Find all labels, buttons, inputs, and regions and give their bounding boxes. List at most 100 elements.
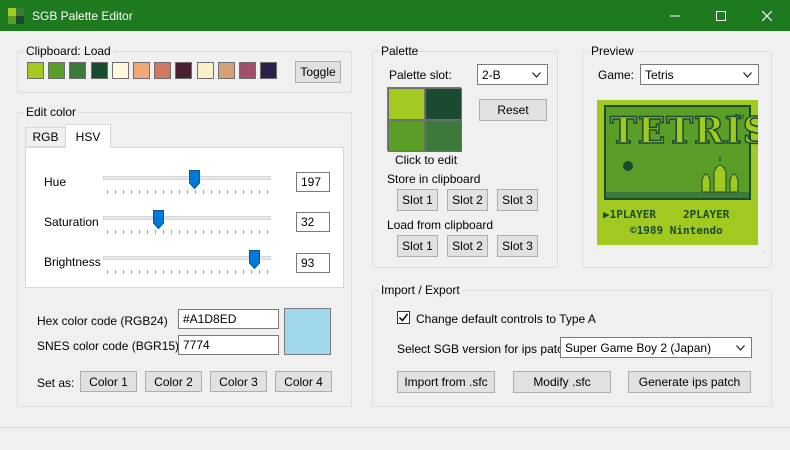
slider-tick (115, 270, 116, 274)
color-preview-swatch (284, 308, 331, 355)
tab-rgb[interactable]: RGB (25, 127, 66, 147)
slider-tick (243, 190, 244, 194)
player2-option: 2PLAYER (683, 208, 730, 221)
clipboard-swatch[interactable] (90, 62, 108, 79)
palette-title: Palette (379, 44, 421, 58)
close-icon (762, 10, 772, 21)
copyright-text: ©1989 Nintendo (630, 224, 723, 237)
slider-tick (195, 230, 196, 234)
hex-field[interactable]: #A1D8ED (178, 309, 279, 329)
slider-thumb[interactable] (249, 250, 260, 272)
slider-ticks (103, 190, 271, 194)
slider-tick (203, 270, 204, 274)
import-sfc-button[interactable]: Import from .sfc (397, 371, 495, 393)
clipboard-swatch[interactable] (239, 62, 256, 79)
title-bar: SGB Palette Editor (0, 0, 790, 31)
controls-checkbox[interactable] (397, 311, 410, 324)
game-value: Tetris (645, 67, 674, 82)
palette-color-cell[interactable] (388, 120, 425, 152)
brightness-value-field[interactable]: 93 (296, 253, 330, 273)
slider-track (103, 216, 271, 220)
clipboard-swatch[interactable] (217, 62, 235, 79)
saturation-value-field[interactable]: 32 (296, 212, 330, 232)
clipboard-swatch[interactable] (175, 62, 193, 79)
clipboard-swatch[interactable] (260, 62, 278, 79)
slider-tick (187, 230, 188, 234)
tab-hsv[interactable]: HSV (65, 124, 111, 148)
generate-ips-button[interactable]: Generate ips patch (628, 371, 751, 393)
reset-button[interactable]: Reset (479, 99, 547, 121)
palette-slot-label: Palette slot: (389, 68, 452, 82)
slider-tick (123, 190, 124, 194)
slider-tick (147, 270, 148, 274)
slider-ticks (103, 270, 271, 274)
set-color-3-button[interactable]: Color 3 (210, 371, 267, 392)
slider-tick (211, 190, 212, 194)
slider-tick (131, 190, 132, 194)
clipboard-swatch[interactable] (27, 62, 44, 79)
slider-thumb[interactable] (188, 170, 200, 192)
click-to-edit-hint: Click to edit (395, 153, 458, 167)
slider-tick (203, 190, 204, 194)
slider-tick (243, 270, 244, 274)
slider-tick (267, 230, 268, 234)
minimize-icon (670, 15, 680, 16)
store-slot-1-button[interactable]: Slot 1 (397, 189, 438, 211)
checkmark-icon (398, 313, 409, 322)
tm-mark: TM (734, 114, 745, 121)
slider-tick (147, 230, 148, 234)
clipboard-swatch[interactable] (196, 62, 214, 79)
slider-tick (155, 270, 156, 274)
slider-tick (123, 270, 124, 274)
slider-tick (219, 270, 220, 274)
slider-tick (139, 230, 140, 234)
sgb-version-dropdown[interactable]: Super Game Boy 2 (Japan) (560, 337, 752, 358)
slider-tick (179, 190, 180, 194)
edit-color-title: Edit color (24, 105, 79, 119)
slider-tick (219, 230, 220, 234)
palette-color-cell[interactable] (425, 88, 462, 120)
clipboard-swatch[interactable] (69, 62, 87, 79)
load-label: Load from clipboard (387, 218, 494, 232)
load-slot-1-button[interactable]: Slot 1 (397, 235, 438, 257)
hue-slider[interactable] (103, 170, 271, 196)
tab-rgb-label: RGB (32, 130, 59, 144)
tab-hsv-label: HSV (75, 129, 101, 144)
chevron-down-icon (743, 71, 752, 78)
modify-sfc-button[interactable]: Modify .sfc (513, 371, 611, 393)
set-color-2-button[interactable]: Color 2 (145, 371, 202, 392)
game-dropdown[interactable]: Tetris (640, 64, 759, 85)
slider-tick (203, 230, 204, 234)
slider-track (103, 256, 271, 260)
store-slot-3-button[interactable]: Slot 3 (497, 189, 538, 211)
set-color-1-button[interactable]: Color 1 (80, 371, 137, 392)
clipboard-swatch[interactable] (154, 62, 172, 79)
set-color-4-button[interactable]: Color 4 (275, 371, 332, 392)
snes-field[interactable]: 7774 (178, 335, 279, 355)
palette-color-cell[interactable] (388, 88, 425, 120)
palette-grid[interactable] (387, 87, 462, 152)
load-slot-2-button[interactable]: Slot 2 (447, 235, 488, 257)
palette-slot-dropdown[interactable]: 2-B (477, 64, 548, 85)
clipboard-swatch[interactable] (133, 62, 150, 79)
saturation-label: Saturation (44, 215, 99, 229)
store-slot-2-button[interactable]: Slot 2 (447, 189, 488, 211)
set-as-label: Set as: (37, 376, 75, 390)
slider-tick (155, 190, 156, 194)
hue-value-field[interactable]: 197 (296, 172, 330, 192)
slider-tick (227, 270, 228, 274)
maximize-button[interactable] (698, 0, 744, 31)
minimize-button[interactable] (652, 0, 698, 31)
toggle-button[interactable]: Toggle (295, 61, 341, 83)
brightness-slider[interactable] (103, 250, 271, 276)
slider-thumb[interactable] (153, 210, 165, 232)
saturation-slider[interactable] (103, 210, 271, 236)
clipboard-swatch[interactable] (111, 62, 129, 79)
slider-tick (139, 270, 140, 274)
brightness-value: 93 (301, 256, 315, 270)
slider-tick (107, 230, 108, 234)
clipboard-swatch[interactable] (48, 62, 66, 79)
close-button[interactable] (744, 0, 790, 31)
palette-color-cell[interactable] (425, 120, 462, 152)
load-slot-3-button[interactable]: Slot 3 (497, 235, 538, 257)
